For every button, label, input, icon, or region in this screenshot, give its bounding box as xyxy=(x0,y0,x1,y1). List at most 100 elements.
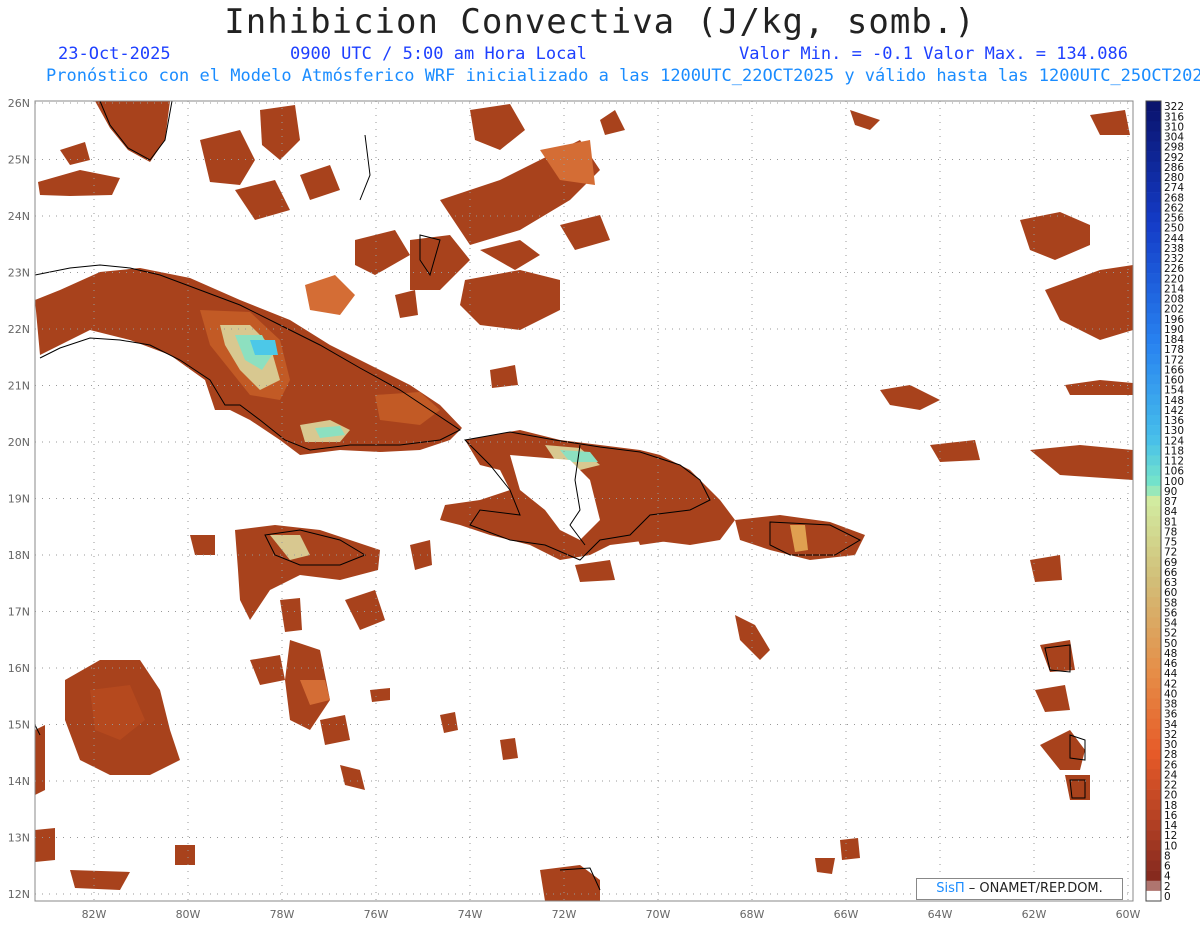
colorbar-swatch xyxy=(1146,668,1161,679)
colorbar-swatch xyxy=(1146,384,1161,395)
colorbar-swatch xyxy=(1146,506,1161,517)
colorbar-swatch xyxy=(1146,101,1161,112)
colorbar-swatch xyxy=(1146,212,1161,223)
colorbar-swatch xyxy=(1146,202,1161,213)
colorbar-swatch xyxy=(1146,799,1161,811)
colorbar-swatch xyxy=(1146,242,1161,254)
colorbar-swatch xyxy=(1146,414,1161,426)
lat-label: 12N xyxy=(8,888,30,901)
credit-box: SisΠ – ONAMET/REP.DOM. xyxy=(916,878,1123,900)
lon-label: 80W xyxy=(176,908,201,921)
lat-label: 18N xyxy=(8,549,30,562)
lon-label: 60W xyxy=(1116,908,1141,921)
colorbar-swatch xyxy=(1146,435,1161,446)
colorbar-swatch xyxy=(1146,394,1161,406)
lon-label: 70W xyxy=(646,908,671,921)
colorbar-swatch xyxy=(1146,556,1161,568)
colorbar-swatch xyxy=(1146,283,1161,294)
longitude-labels: 82W 80W 78W 76W 74W 72W 70W 68W 66W 64W 62W 60W xyxy=(82,908,1141,921)
colorbar-swatch xyxy=(1146,728,1161,740)
colorbar-swatch xyxy=(1146,617,1161,628)
lat-label: 26N xyxy=(8,97,30,110)
colorbar-swatch xyxy=(1146,769,1161,780)
colorbar-swatch xyxy=(1146,171,1161,183)
colorbar-swatch xyxy=(1146,678,1161,689)
lat-label: 21N xyxy=(8,380,30,393)
colorbar-swatch xyxy=(1146,657,1161,669)
colorbar-swatch xyxy=(1146,303,1161,314)
colorbar-swatch xyxy=(1146,121,1161,132)
lat-label: 20N xyxy=(8,436,30,449)
lon-label: 68W xyxy=(740,908,765,921)
colorbar-swatch xyxy=(1146,151,1161,163)
lon-label: 62W xyxy=(1022,908,1047,921)
colorbar-swatch xyxy=(1146,840,1161,851)
colorbar-swatch xyxy=(1146,546,1161,557)
lat-label: 19N xyxy=(8,493,30,506)
colorbar-swatch xyxy=(1146,688,1161,699)
colorbar-swatch xyxy=(1146,364,1161,375)
lat-label: 25N xyxy=(8,154,30,167)
colorbar-swatch xyxy=(1146,354,1161,365)
colorbar-swatch xyxy=(1146,698,1161,709)
colorbar-swatch xyxy=(1146,860,1161,871)
cin-map: 26N 25N 24N 23N 22N 21N 20N 19N 18N 17N 16N 15N 14N 1… xyxy=(8,97,1185,921)
colorbar-swatch xyxy=(1146,819,1161,831)
colorbar-swatch xyxy=(1146,607,1161,618)
colorbar-swatch xyxy=(1146,566,1161,578)
colorbar-swatch xyxy=(1146,475,1161,487)
colorbar-swatch xyxy=(1146,252,1161,264)
colorbar-swatch xyxy=(1146,323,1161,335)
colorbar-swatch xyxy=(1146,445,1161,456)
lat-label: 15N xyxy=(8,719,30,732)
colorbar-swatch xyxy=(1146,627,1161,639)
colorbar-swatch xyxy=(1146,759,1161,770)
credit-text: – ONAMET/REP.DOM. xyxy=(968,881,1103,896)
lon-label: 82W xyxy=(82,908,107,921)
colorbar-swatch xyxy=(1146,647,1161,659)
colorbar-swatch xyxy=(1146,809,1161,821)
colorbar-swatch xyxy=(1146,516,1161,527)
colorbar-swatch xyxy=(1146,576,1161,588)
colorbar-swatch xyxy=(1146,192,1161,203)
colorbar-swatch xyxy=(1146,536,1161,547)
colorbar-swatch xyxy=(1146,141,1161,152)
colorbar-swatch xyxy=(1146,455,1161,466)
colorbar-swatch xyxy=(1146,738,1161,750)
lon-label: 74W xyxy=(458,908,483,921)
colorbar-swatch xyxy=(1146,880,1161,892)
lat-label: 23N xyxy=(8,267,30,280)
colorbar-swatch xyxy=(1146,161,1161,173)
colorbar-swatch xyxy=(1146,587,1161,598)
colorbar-swatch xyxy=(1146,749,1161,760)
colorbar-swatch xyxy=(1146,779,1161,790)
colorbar-labels: 3223163103042982922862802742682622562502… xyxy=(1164,101,1184,903)
latitude-labels: 26N 25N 24N 23N 22N 21N 20N 19N 18N 17N 16N 15N 14N 1… xyxy=(8,97,30,901)
lon-label: 78W xyxy=(270,908,295,921)
lat-label: 16N xyxy=(8,662,30,675)
colorbar-swatch xyxy=(1146,526,1161,537)
colorbar xyxy=(1145,100,1162,902)
colorbar-swatch xyxy=(1146,485,1161,497)
lat-label: 24N xyxy=(8,210,30,223)
colorbar-swatch xyxy=(1146,222,1161,233)
colorbar-swatch xyxy=(1146,111,1161,122)
lat-label: 14N xyxy=(8,775,30,788)
colorbar-swatch xyxy=(1146,890,1161,902)
colorbar-swatch xyxy=(1146,850,1161,861)
colorbar-swatch xyxy=(1146,131,1161,142)
lon-label: 64W xyxy=(928,908,953,921)
lat-label: 17N xyxy=(8,606,30,619)
colorbar-swatch xyxy=(1146,232,1161,244)
sis-logo-text: SisΠ xyxy=(936,881,965,896)
colorbar-swatch xyxy=(1146,273,1161,284)
colorbar-swatch xyxy=(1146,718,1161,730)
colorbar-swatch xyxy=(1146,637,1161,649)
lat-label: 13N xyxy=(8,832,30,845)
colorbar-swatch xyxy=(1146,495,1161,507)
colorbar-label: 0 xyxy=(1164,891,1171,903)
cin-field xyxy=(35,101,1133,901)
colorbar-swatch xyxy=(1146,374,1161,385)
colorbar-swatch xyxy=(1146,708,1161,720)
colorbar-swatch xyxy=(1146,344,1161,355)
